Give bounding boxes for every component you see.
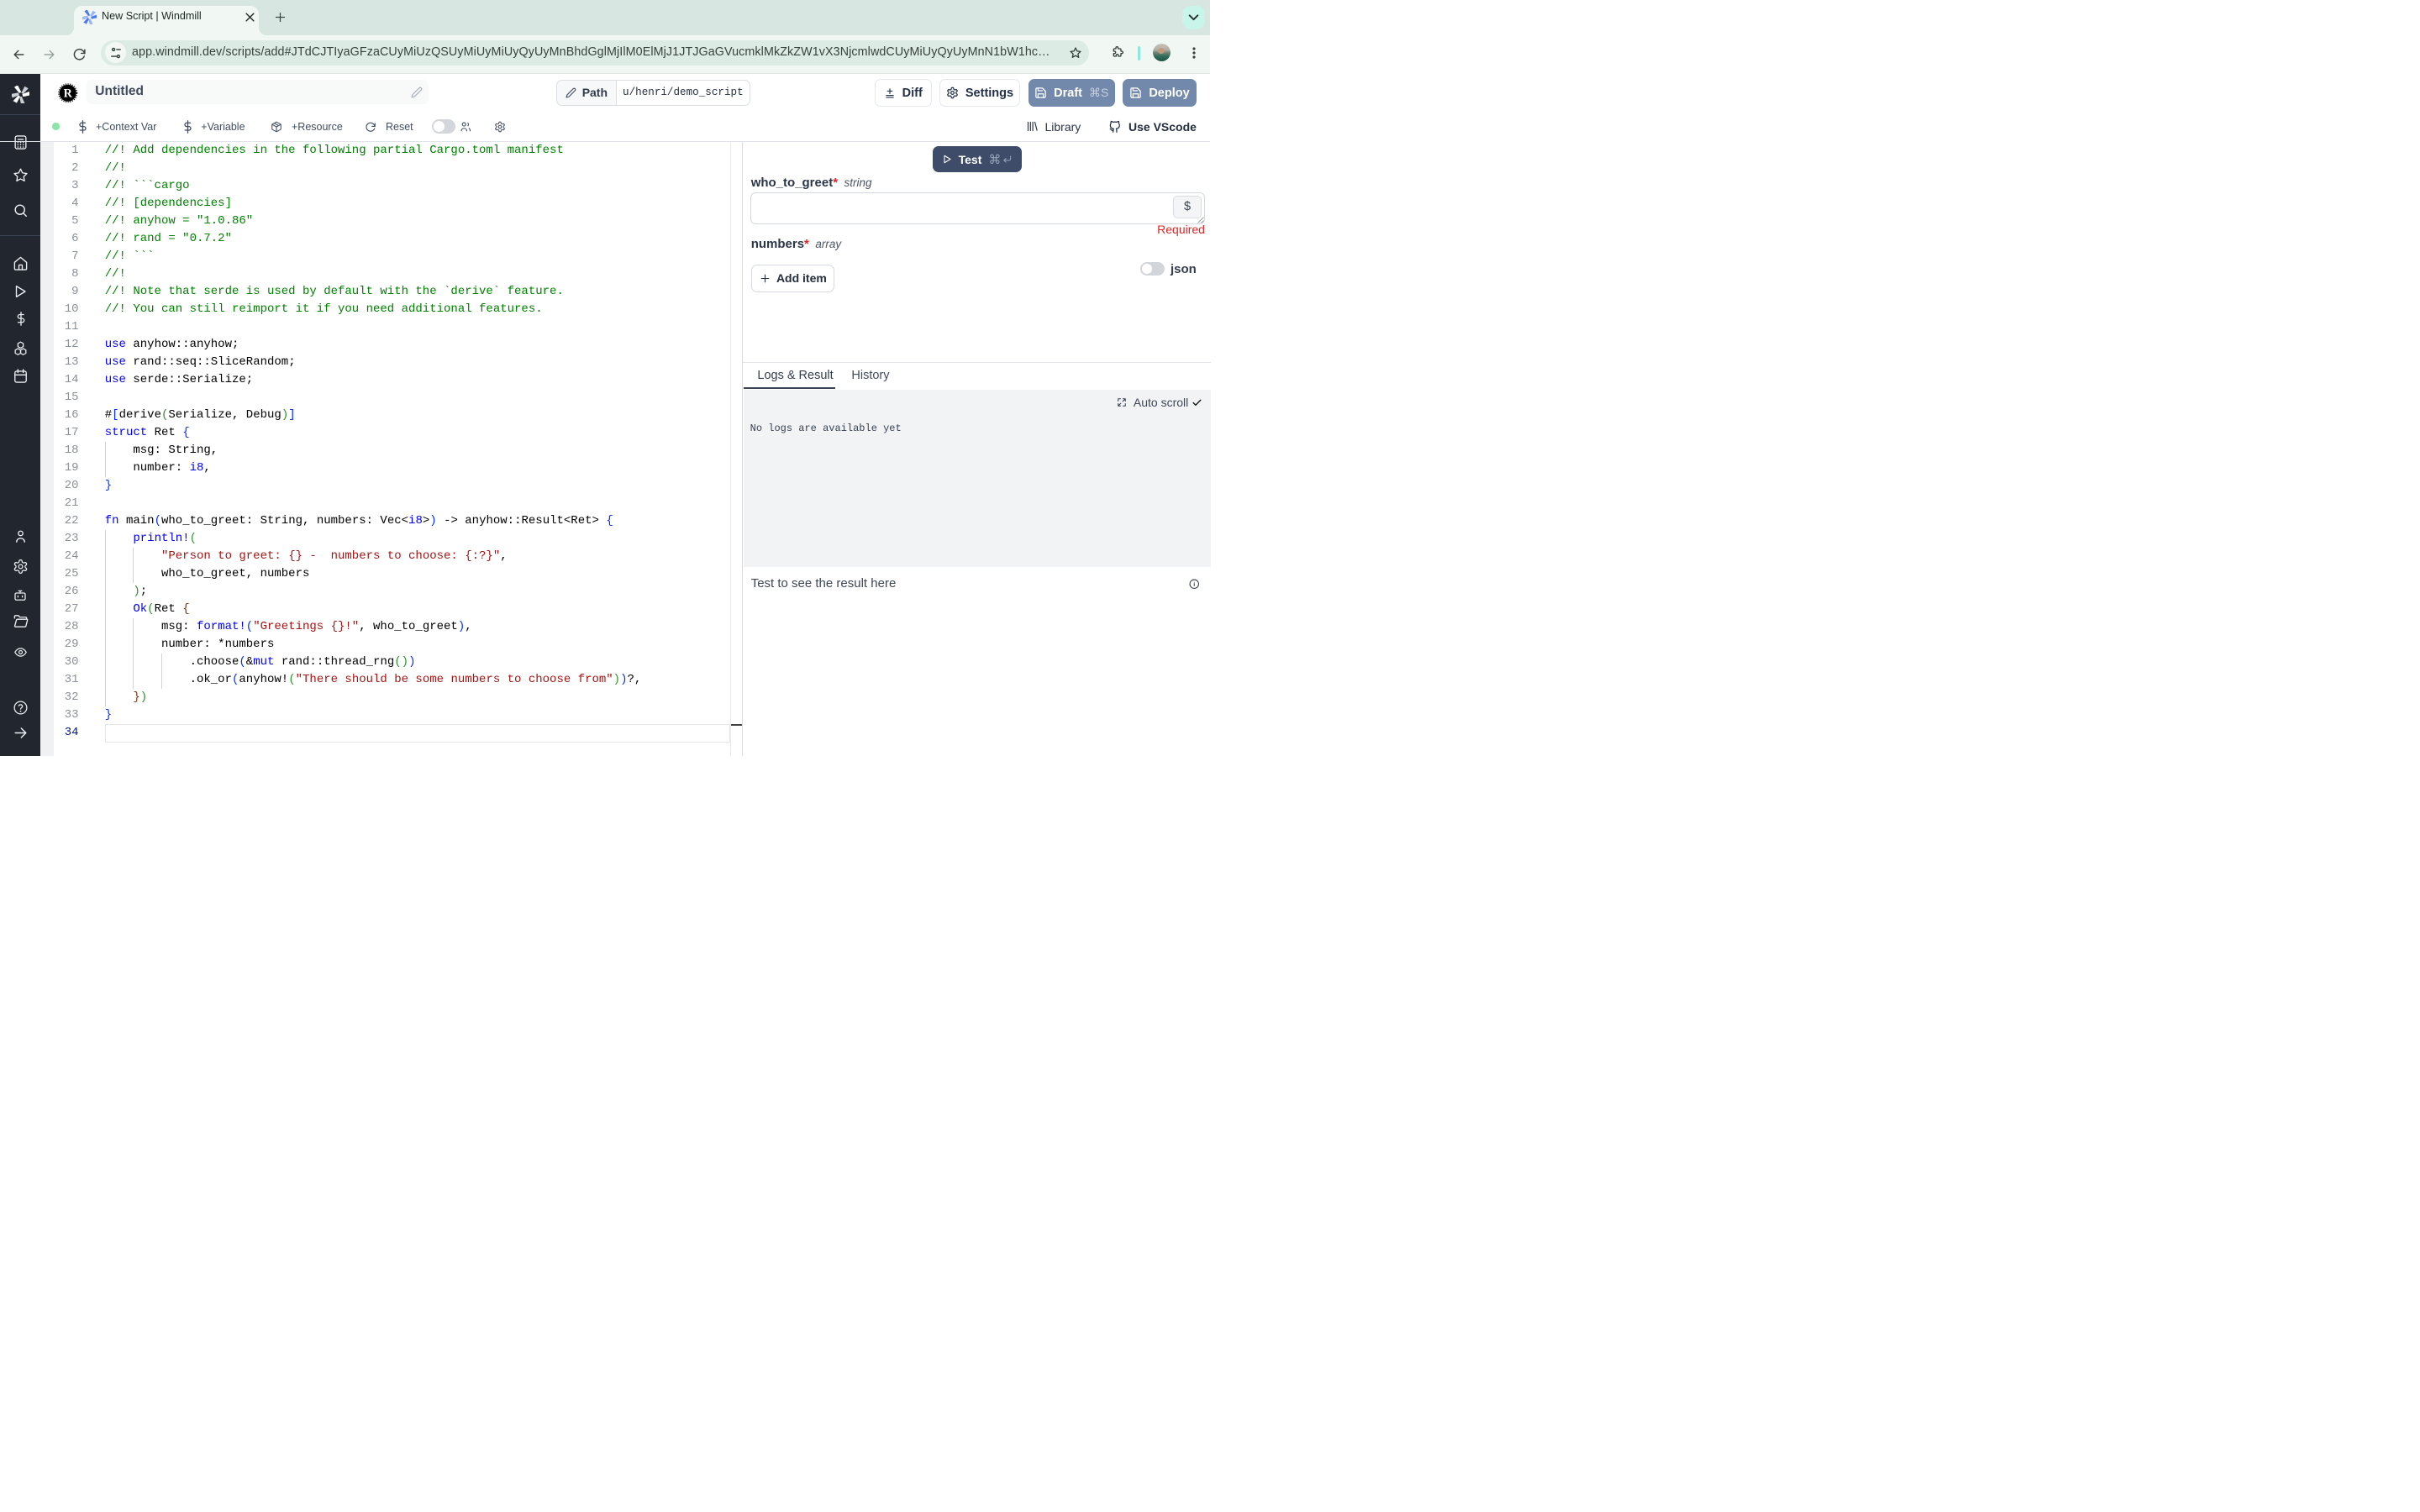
svg-text:R: R	[64, 87, 73, 100]
